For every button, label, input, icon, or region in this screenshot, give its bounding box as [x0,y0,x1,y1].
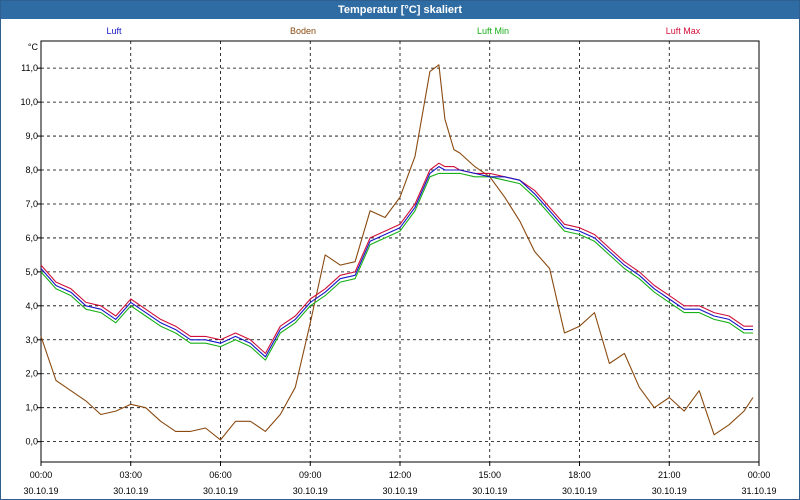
y-tick-label: 4,0 [25,301,38,311]
x-tick-time: 00:00 [30,470,53,480]
y-tick-label: 1,0 [25,403,38,413]
legend-item-boden: Boden [290,26,316,36]
line-chart: Luft Boden Luft Min Luft Max 0,0 1,0 2,0 3,0 4,… [20,26,777,496]
axes: 0,0 1,0 2,0 3,0 4,0 5,0 6,0 7,0 8,0 9,0 10,0 11,0 °C… [20,40,777,496]
legend: Luft Boden Luft Min Luft Max [106,26,700,36]
x-tick-time: 12:00 [389,470,412,480]
x-tick-date: 30.10.19 [562,486,597,496]
x-tick-time: 03:00 [119,470,142,480]
series-line-luft-max [40,162,753,354]
y-tick-label: 0,0 [25,437,38,447]
x-tick-time: 09:00 [299,470,322,480]
y-axis-unit: °C [28,42,39,52]
series-group [40,64,754,441]
x-tick-date: 31.10.19 [741,486,776,496]
y-tick-label: 11,0 [21,63,38,73]
legend-item-luft-max: Luft Max [666,26,701,36]
legend-item-luft: Luft [106,26,122,36]
grid [41,41,759,462]
x-tick-time: 18:00 [568,470,591,480]
y-tick-label: 3,0 [25,335,38,345]
x-tick-date: 30.10.19 [113,486,148,496]
y-tick-label: 9,0 [25,131,38,141]
y-tick-label: 8,0 [25,165,38,175]
x-tick-date: 30.10.19 [23,486,58,496]
x-tick-date: 30.10.19 [293,486,328,496]
y-tick-label: 2,0 [25,369,38,379]
series-line-luft [40,166,753,358]
y-tick-label: 6,0 [25,233,38,243]
y-tick-label: 10,0 [20,97,38,107]
chart-window: Temperatur [°C] skaliert Luft Boden Luft M… [0,0,800,500]
y-tick-label: 5,0 [25,267,38,277]
legend-item-luft-min: Luft Min [477,26,509,36]
window-title: Temperatur [°C] skaliert [1,1,799,19]
x-tick-date: 30.10.19 [472,486,507,496]
x-tick-time: 00:00 [748,470,771,480]
series-line-boden [40,64,754,441]
x-tick-date: 30.10.19 [652,486,687,496]
x-tick-time: 21:00 [658,470,681,480]
x-tick-time: 06:00 [209,470,232,480]
x-tick-date: 30.10.19 [203,486,238,496]
y-tick-label: 7,0 [25,199,38,209]
x-tick-date: 30.10.19 [382,486,417,496]
x-tick-time: 15:00 [478,470,501,480]
